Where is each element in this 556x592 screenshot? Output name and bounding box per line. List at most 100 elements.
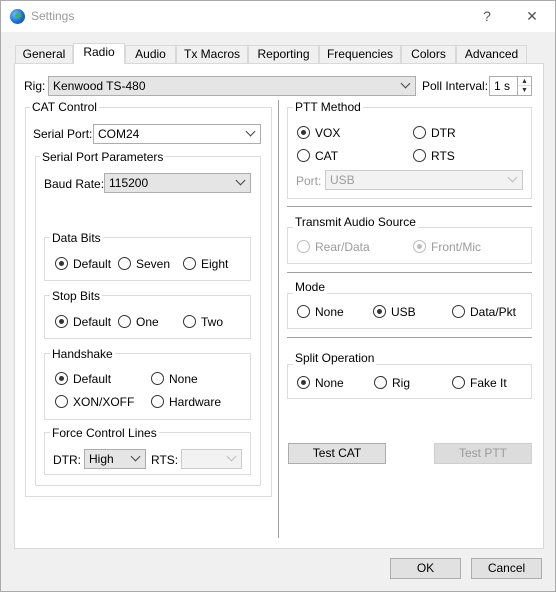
test-cat-button[interactable]: Test CAT [288,443,386,464]
cancel-button[interactable]: Cancel [471,558,542,579]
panel-splitter[interactable] [278,100,279,538]
ptt-method-title: PTT Method [293,100,363,114]
tab-advanced[interactable]: Advanced [456,45,527,64]
handshake-default-radio[interactable] [55,372,68,385]
split-operation-title: Split Operation [293,351,377,365]
ptt-port-label: Port: [296,174,322,188]
ptt-rts-radio[interactable] [413,149,426,162]
handshake-hardware-radio[interactable] [151,395,164,408]
chevron-down-icon [235,175,246,186]
tab-general[interactable]: General [15,45,73,64]
tab-reporting[interactable]: Reporting [248,45,319,64]
data-bits-title: Data Bits [50,231,103,245]
dtr-select[interactable]: High [84,449,146,469]
force-control-title: Force Control Lines [50,426,159,440]
mode-title: Mode [293,280,328,294]
tx-audio-rear-data-label: Rear/Data [315,240,370,254]
data-bits-default-label: Default [73,257,112,271]
rts-label: RTS: [151,453,179,467]
ptt-dtr-radio[interactable] [413,126,426,139]
baud-rate-select[interactable]: 115200 [104,173,251,193]
tab-frequencies[interactable]: Frequencies [319,45,401,64]
poll-interval-spinbox[interactable]: 1 s ▲ ▼ [489,76,532,96]
test-ptt-button[interactable]: Test PTT [434,443,532,464]
data-bits-seven-radio[interactable] [118,257,131,270]
ok-button[interactable]: OK [390,558,461,579]
title-bar: Settings ? ✕ [1,1,555,32]
split-rig-radio[interactable] [374,376,387,389]
ptt-cat-label: CAT [315,149,339,163]
separator [287,206,532,207]
serial-port-value: COM24 [98,127,140,141]
baud-rate-value: 115200 [109,176,149,190]
spin-down-icon[interactable]: ▼ [517,86,531,95]
rig-select[interactable]: Kenwood TS-480 [48,76,416,96]
ptt-cat-radio[interactable] [297,149,310,162]
data-bits-eight-label: Eight [201,257,229,271]
stop-bits-two-label: Two [201,315,224,329]
tab-radio[interactable]: Radio [73,43,125,64]
baud-rate-label: Baud Rate: [44,177,105,191]
handshake-hardware-label: Hardware [169,395,222,409]
mode-none-label: None [315,305,344,319]
ptt-port-value: USB [330,173,355,187]
serial-port-label: Serial Port: [33,127,93,141]
rig-label: Rig: [24,79,46,93]
split-none-label: None [315,376,344,390]
help-button[interactable]: ? [476,6,498,26]
data-bits-default-radio[interactable] [55,257,68,270]
stop-bits-default-label: Default [73,315,112,329]
mode-usb-label: USB [391,305,416,319]
tab-tx-macros[interactable]: Tx Macros [176,45,248,64]
app-globe-icon [10,9,25,24]
separator [287,337,532,338]
serial-port-select[interactable]: COM24 [93,124,261,144]
chevron-down-icon [245,126,256,137]
tx-audio-rear-data-radio[interactable] [297,240,310,253]
ptt-port-select[interactable]: USB [325,170,523,190]
poll-interval-label: Poll Interval: [422,79,489,93]
ptt-dtr-label: DTR [431,126,456,140]
stop-bits-default-radio[interactable] [55,315,68,328]
split-fake-it-radio[interactable] [452,376,465,389]
separator [287,272,532,273]
close-button[interactable]: ✕ [521,6,543,26]
tx-audio-front-mic-radio[interactable] [413,240,426,253]
split-none-radio[interactable] [297,376,310,389]
split-rig-label: Rig [392,376,411,390]
rts-select[interactable] [181,449,242,469]
data-bits-eight-radio[interactable] [183,257,196,270]
handshake-title: Handshake [50,347,115,361]
rig-select-value: Kenwood TS-480 [53,79,146,93]
poll-interval-value: 1 s [494,79,511,93]
tx-audio-front-mic-label: Front/Mic [431,240,482,254]
handshake-none-radio[interactable] [151,372,164,385]
tab-colors[interactable]: Colors [401,45,456,64]
window-title: Settings [31,9,75,23]
dtr-value: High [89,452,114,466]
stop-bits-one-label: One [136,315,159,329]
chevron-down-icon [226,451,237,462]
ptt-vox-radio[interactable] [297,126,310,139]
stop-bits-two-radio[interactable] [183,315,196,328]
chevron-down-icon [507,172,518,183]
data-bits-seven-label: Seven [136,257,171,271]
settings-window: Settings ? ✕ General Radio Audio Tx Macr… [0,0,556,592]
cat-control-title: CAT Control [30,100,99,114]
serial-params-title: Serial Port Parameters [40,150,166,164]
handshake-xonxoff-radio[interactable] [55,395,68,408]
handshake-group [44,353,251,420]
spin-up-icon[interactable]: ▲ [517,77,531,86]
ptt-rts-label: RTS [431,149,455,163]
tab-audio[interactable]: Audio [125,45,176,64]
mode-usb-radio[interactable] [373,305,386,318]
radio-tab-page: Rig: Kenwood TS-480 Poll Interval: 1 s ▲… [14,63,544,549]
stop-bits-one-radio[interactable] [118,315,131,328]
mode-none-radio[interactable] [297,305,310,318]
mode-data-pkt-radio[interactable] [452,305,465,318]
mode-data-pkt-label: Data/Pkt [470,305,517,319]
split-fake-it-label: Fake It [470,376,507,390]
handshake-none-label: None [169,372,198,386]
ptt-vox-label: VOX [315,126,341,140]
dtr-label: DTR: [53,453,81,467]
